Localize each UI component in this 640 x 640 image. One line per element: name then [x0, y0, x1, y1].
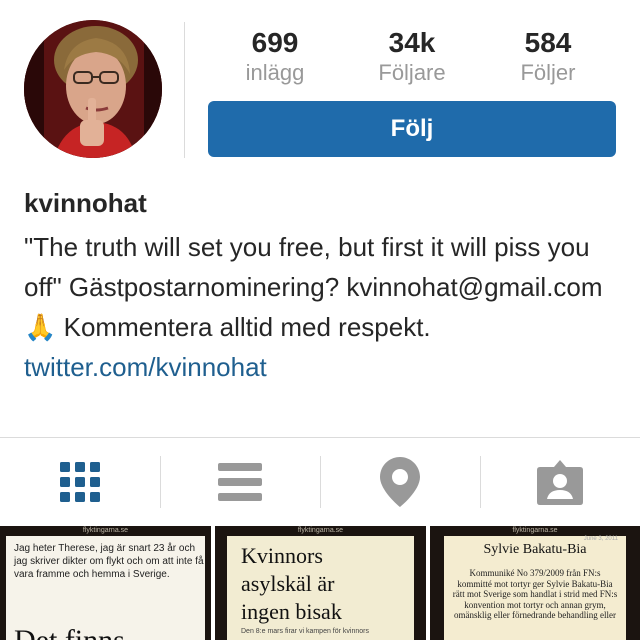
avatar-image [24, 20, 162, 158]
post-image: Kvinnors asylskäl är ingen bisak Den 8:e… [227, 536, 414, 640]
post-headline: Sylvie Bakatu-Bia [483, 542, 587, 557]
post-thumbnail[interactable]: flyktingarna.se Jag heter Therese, jag ä… [0, 526, 211, 640]
tab-tagged[interactable] [480, 438, 640, 526]
post-text: Den 8:e mars firar vi kampen för kvinnor… [241, 628, 369, 635]
post-thumbnail[interactable]: flyktingarna.se Kvinnors asylskäl är ing… [215, 526, 426, 640]
post-thumbnail[interactable]: flyktingarna.se June 3, 2011 Sylvie Baka… [430, 526, 640, 640]
bio-text: "The truth will set you free, but first … [24, 227, 624, 347]
stat-followers-value: 34k [388, 27, 436, 58]
post-text: Jag heter Therese, jag är snart 23 år oc… [14, 543, 204, 580]
tab-location[interactable] [320, 438, 480, 526]
praying-hands-icon: 🙏 [24, 312, 57, 342]
post-headline-line: asylskäl är [241, 571, 335, 596]
grid-icon [60, 462, 100, 502]
profile-header: 699 inlägg 34k Följare 584 Följer Följ [0, 0, 640, 180]
tab-list[interactable] [160, 438, 320, 526]
stat-followers-label: Följare [378, 60, 446, 85]
bio-description-2: Kommentera alltid med respekt. [63, 312, 431, 342]
stat-followers[interactable]: 34k Följare [352, 26, 472, 86]
post-headline-line: Kvinnors [241, 543, 323, 568]
follow-button[interactable]: Följ [208, 101, 616, 157]
tab-grid[interactable] [0, 438, 160, 526]
header-divider [184, 22, 185, 158]
profile-username: kvinnohat [24, 188, 147, 218]
post-watermark: flyktingarna.se [82, 527, 129, 534]
post-image: June 3, 2011 Sylvie Bakatu-Bia Kommuniké… [444, 536, 626, 640]
stat-posts-label: inlägg [245, 60, 305, 85]
post-headline: Kvinnors asylskäl är ingen bisak [241, 542, 342, 626]
stat-following[interactable]: 584 Följer [488, 26, 608, 86]
profile-link[interactable]: twitter.com/kvinnohat [24, 347, 624, 387]
stat-following-label: Följer [520, 60, 576, 85]
post-headline: Det finns [14, 624, 125, 640]
location-pin-icon [380, 457, 420, 507]
profile-avatar[interactable] [24, 20, 162, 158]
profile-bio: kvinnohat "The truth will set you free, … [24, 185, 624, 387]
post-watermark: flyktingarna.se [512, 527, 558, 534]
stat-following-value: 584 [524, 27, 572, 58]
post-text: Kommuniké No 379/2009 från FN:s kommitté… [452, 568, 618, 620]
post-image: Jag heter Therese, jag är snart 23 år oc… [6, 536, 205, 640]
stat-posts[interactable]: 699 inlägg [215, 26, 335, 86]
post-watermark: flyktingarna.se [297, 527, 344, 534]
post-headline-line: ingen bisak [241, 599, 342, 624]
tagged-person-icon [537, 460, 583, 505]
post-grid: flyktingarna.se Jag heter Therese, jag ä… [0, 526, 640, 640]
stat-posts-value: 699 [251, 27, 299, 58]
bio-description: "The truth will set you free, but first … [24, 232, 603, 302]
profile-tabbar [0, 438, 640, 526]
list-icon [218, 463, 262, 501]
